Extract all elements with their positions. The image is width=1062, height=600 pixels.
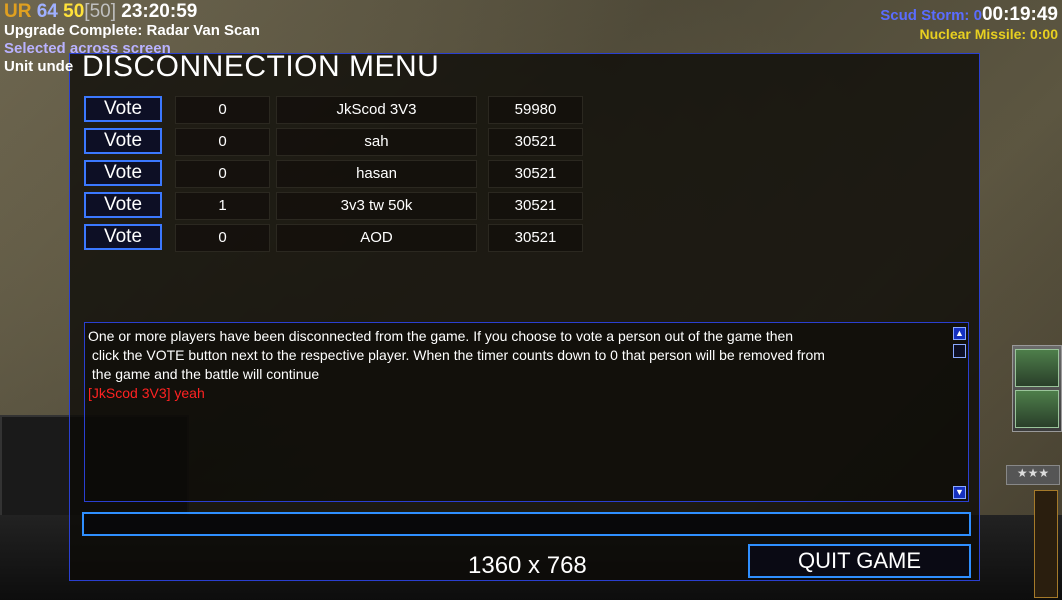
hud-ur: UR [4,1,32,22]
build-queue-panel [1012,345,1062,432]
vote-button[interactable]: Vote [84,128,162,154]
quit-game-button[interactable]: QUIT GAME [748,544,971,578]
player-name: hasan [276,160,477,188]
chat-input[interactable] [82,512,971,536]
resolution-label: 1360 x 768 [468,552,587,579]
scud-storm-label: Scud Storm: 0 [880,7,982,24]
scroll-up-icon[interactable]: ▲ [953,327,966,340]
player-name: JkScod 3V3 [276,96,477,124]
chat-scrollbar[interactable]: ▲ ▼ [951,323,968,501]
scud-storm-time: 00:19:49 [981,4,1058,25]
vote-button[interactable]: Vote [84,192,162,218]
scud-storm-timer: Scud Storm: 000:19:49 [880,4,1058,26]
hud-value-a: 64 [36,1,58,22]
player-ping: 59980 [488,96,583,124]
player-ping: 30521 [488,160,583,188]
nuclear-missile-timer: Nuclear Missile: 0:00 [919,26,1058,42]
player-ping: 30521 [488,224,583,252]
vote-button[interactable]: Vote [84,160,162,186]
chat-log: One or more players have been disconnect… [84,322,969,502]
superweapon-timers: Scud Storm: 000:19:49 Nuclear Missile: 0… [880,4,1058,42]
rank-stars: ★★★ [1006,465,1060,485]
vote-button[interactable]: Vote [84,96,162,122]
hud-counters: UR 64 50[50] 23:20:59 [4,2,260,22]
vote-button[interactable]: Vote [84,224,162,250]
chat-text: One or more players have been disconnect… [88,327,950,403]
missile-unit-icon[interactable] [1015,390,1059,428]
system-message-line: the game and the battle will continue [88,366,320,382]
hud-message: Upgrade Complete: Radar Van Scan [4,22,260,39]
player-votes: 1 [175,192,270,220]
player-votes: 0 [175,96,270,124]
unit-portrait-icon[interactable] [1015,349,1059,387]
hud-value-c: [50] [84,1,116,22]
player-name: sah [276,128,477,156]
scroll-down-icon[interactable]: ▼ [953,486,966,499]
chat-player-message: [JkScod 3V3] yeah [88,385,205,401]
system-message: One or more players have been disconnect… [88,327,950,384]
player-ping: 30521 [488,192,583,220]
player-name: 3v3 tw 50k [276,192,477,220]
scroll-thumb[interactable] [953,344,966,358]
game-clock: 23:20:59 [121,1,198,22]
system-message-line: One or more players have been disconnect… [88,328,794,344]
player-votes: 0 [175,128,270,156]
player-votes: 0 [175,160,270,188]
hud-value-b: 50 [63,1,85,22]
system-message-line: click the VOTE button next to the respec… [88,347,825,363]
power-meter [1034,490,1058,598]
player-votes: 0 [175,224,270,252]
dialog-title: DISCONNECTION MENU [82,50,440,83]
player-name: AOD [276,224,477,252]
player-ping: 30521 [488,128,583,156]
